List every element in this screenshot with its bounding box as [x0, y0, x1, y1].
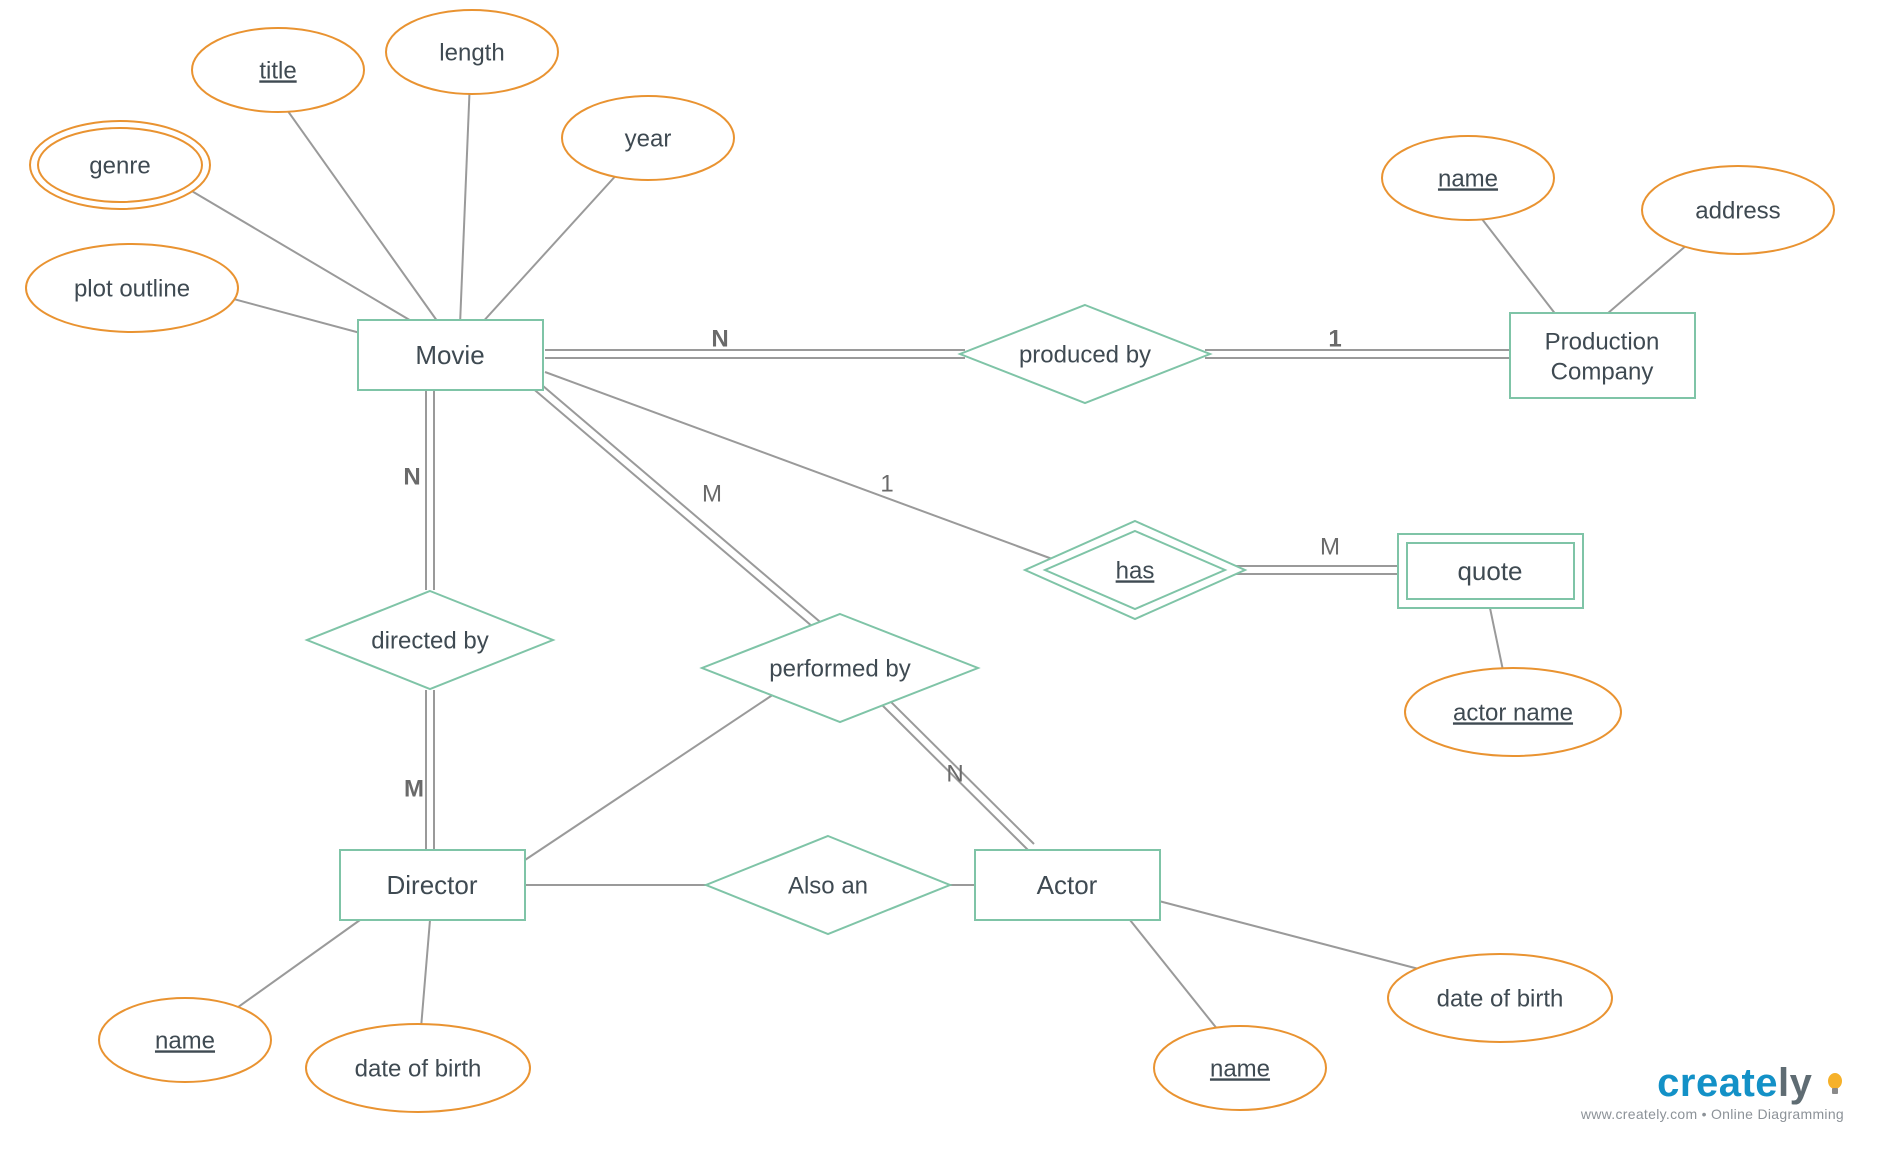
card-performed-actor: N [946, 760, 963, 787]
brand-part1: create [1657, 1061, 1778, 1105]
rel-directed-by-label: directed by [371, 627, 488, 654]
attr-quote-actor-name: actor name [1405, 668, 1621, 756]
card-movie-directedby: N [403, 463, 420, 490]
er-diagram-canvas: N 1 N M M N 1 M Movie Production Company… [0, 0, 1880, 1150]
rel-produced-by: produced by [960, 305, 1210, 403]
attr-genre-label: genre [89, 152, 150, 179]
attr-actor-dob: date of birth [1388, 954, 1612, 1042]
brand-part2: ly [1778, 1061, 1812, 1105]
line-movie-performed-1 [530, 386, 840, 650]
rel-has: has [1025, 521, 1245, 619]
entity-quote-label: quote [1457, 556, 1522, 586]
entity-production-company: Production Company [1510, 313, 1695, 398]
brand-tagline: www.creately.com • Online Diagramming [1581, 1106, 1844, 1122]
entity-actor: Actor [975, 850, 1160, 920]
attr-actor-name: name [1154, 1026, 1326, 1110]
attr-director-name-label: name [155, 1027, 215, 1054]
attr-title-label: title [259, 57, 296, 84]
entity-pc-label-1: Production [1545, 328, 1660, 355]
attr-genre: genre [30, 121, 210, 209]
rel-performed-by-label: performed by [769, 655, 910, 682]
attr-length-label: length [439, 39, 504, 66]
entity-quote: quote [1398, 534, 1583, 608]
lightbulb-icon [1826, 1065, 1844, 1110]
line-actor-name [1130, 920, 1230, 1045]
attr-pc-name: name [1382, 136, 1554, 220]
attr-length: length [386, 10, 558, 94]
attr-pc-name-label: name [1438, 165, 1498, 192]
entity-director: Director [340, 850, 525, 920]
card-movie-producedby: N [711, 325, 728, 352]
rel-produced-by-label: produced by [1019, 341, 1151, 368]
line-movie-has [545, 372, 1055, 560]
attr-plot-outline-label: plot outline [74, 275, 190, 302]
line-director-performed [525, 690, 780, 860]
rel-has-label: has [1116, 557, 1155, 584]
line-movie-performed-2 [536, 380, 846, 644]
attr-director-dob: date of birth [306, 1024, 530, 1112]
card-movie-performed: M [702, 480, 722, 507]
card-has-quote: M [1320, 533, 1340, 560]
card-movie-has: 1 [880, 470, 893, 497]
line-pc-name [1475, 210, 1560, 320]
attr-actor-dob-label: date of birth [1437, 985, 1564, 1012]
rel-also-an-label: Also an [788, 872, 868, 899]
entity-movie: Movie [358, 320, 543, 390]
attr-actor-name-label: name [1210, 1055, 1270, 1082]
rel-performed-by: performed by [702, 614, 978, 722]
attr-year: year [562, 96, 734, 180]
rel-also-an: Also an [706, 836, 950, 934]
entity-pc-label-2: Company [1551, 358, 1654, 385]
attr-plot-outline: plot outline [26, 244, 238, 332]
entity-director-label: Director [386, 870, 477, 900]
line-director-dob [420, 920, 430, 1040]
attr-title: title [192, 28, 364, 112]
rel-directed-by: directed by [307, 591, 553, 689]
attr-pc-address-label: address [1695, 197, 1780, 224]
line-movie-genre [190, 190, 435, 335]
attr-quote-actor-name-label: actor name [1453, 699, 1573, 726]
card-directedby-director: M [404, 775, 424, 802]
attr-pc-address: address [1642, 166, 1834, 254]
line-movie-year [480, 160, 630, 325]
attr-year-label: year [625, 125, 672, 152]
creately-logo: creately www.creately.com • Online Diagr… [1581, 1061, 1844, 1122]
entity-movie-label: Movie [415, 340, 484, 370]
entity-actor-label: Actor [1037, 870, 1098, 900]
attr-director-name: name [99, 998, 271, 1082]
line-movie-length [460, 80, 470, 325]
line-director-name [220, 920, 360, 1020]
card-producedby-pc: 1 [1328, 325, 1341, 352]
attr-director-dob-label: date of birth [355, 1055, 482, 1082]
